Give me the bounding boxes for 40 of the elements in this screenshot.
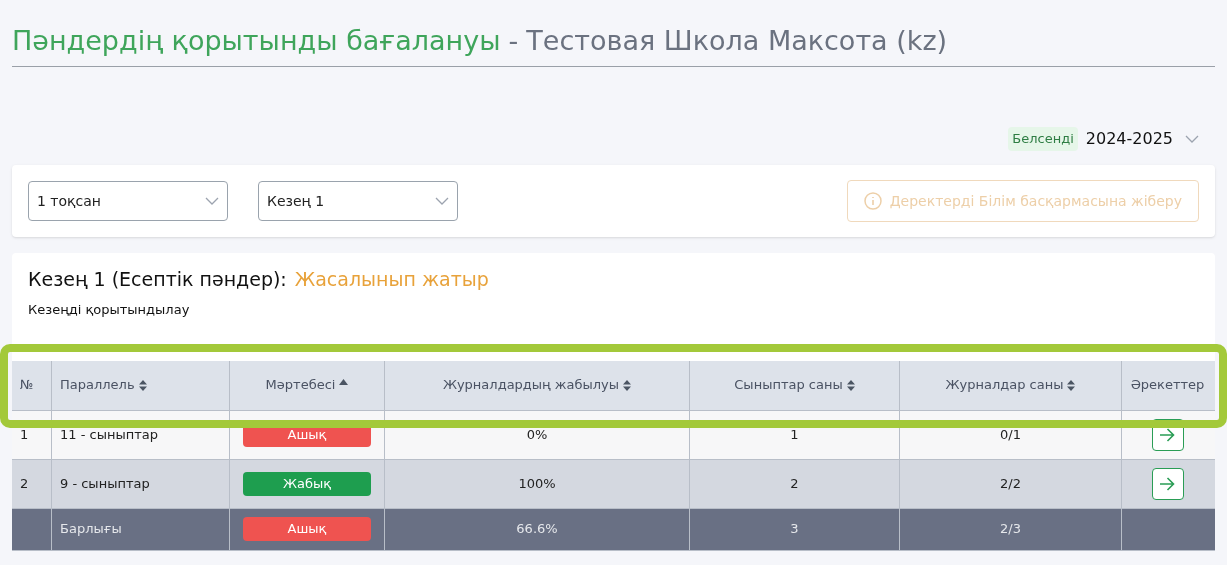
parallel-cell-text: 11 - сыныптар <box>60 425 158 444</box>
row-number: 2 <box>20 474 29 493</box>
column-label[interactable]: Журналдардың жабылуы <box>442 375 620 395</box>
column-label[interactable]: Мәртебесі <box>265 375 336 395</box>
classes-cell-text: 3 <box>790 520 799 539</box>
closing-cell-text: 100% <box>518 474 556 493</box>
column-label[interactable]: Параллель <box>60 375 135 395</box>
info-icon <box>863 192 882 210</box>
arrow-right-icon <box>1160 427 1175 442</box>
status-badge: Жабық <box>243 471 371 496</box>
title-separator: - <box>508 24 519 58</box>
section-status: Жасалынып жатыр <box>294 267 489 292</box>
row-number: 1 <box>20 425 29 444</box>
chevron-down-icon <box>1185 135 1199 143</box>
closing-cell-text: 0% <box>526 425 548 444</box>
school-name: Тестовая Школа Максота (kz) <box>526 24 948 58</box>
open-button[interactable] <box>1151 467 1184 500</box>
journals-cell-text: 0/1 <box>1000 425 1021 444</box>
classes-cell-text: 1 <box>790 425 799 444</box>
column-label: № <box>20 376 34 395</box>
arrow-right-icon <box>1160 476 1175 491</box>
column-label: Әрекеттер <box>1130 376 1205 395</box>
page-title: Пәндердің қорытынды бағалануы <box>12 24 501 58</box>
journals-cell-text: 2/2 <box>1000 474 1021 493</box>
chevron-down-icon <box>205 197 219 205</box>
journals-cell-text: 2/3 <box>1000 520 1021 539</box>
filter-select[interactable]: 1 тоқсан <box>28 181 228 221</box>
classes-cell-text: 2 <box>790 474 799 493</box>
parallel-cell-text: 9 - сыныптар <box>60 474 150 493</box>
active-badge: Белсенді <box>1008 127 1078 151</box>
filter-select[interactable]: Кезең 1 <box>258 181 458 221</box>
column-label[interactable]: Журналдар саны <box>945 375 1064 395</box>
closing-cell-text: 66.6% <box>516 520 558 539</box>
chevron-down-icon <box>435 197 449 205</box>
section-heading: Кезең 1 (Есептік пәндер): <box>28 267 287 292</box>
status-badge: Ашық <box>243 517 371 541</box>
section-subtitle: Кезеңді қорытындылау <box>28 301 191 319</box>
parallel-cell-text: Барлығы <box>60 520 122 539</box>
column-label[interactable]: Сыныптар саны <box>734 375 843 395</box>
year-select[interactable]: 2024-2025 <box>1085 127 1199 151</box>
